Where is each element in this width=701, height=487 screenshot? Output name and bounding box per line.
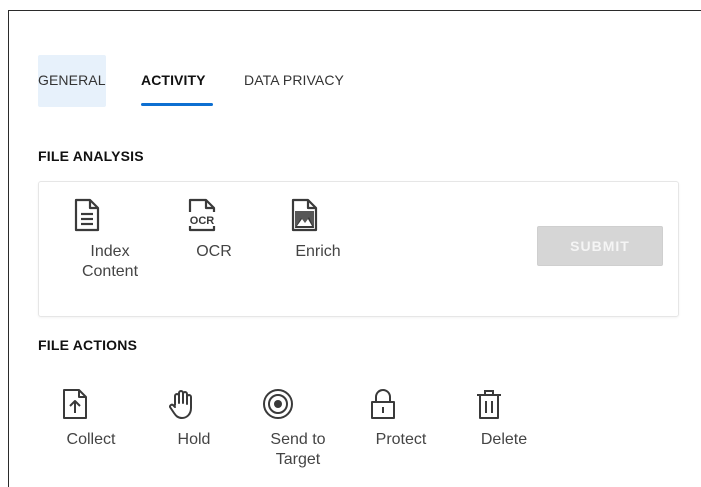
hand-icon xyxy=(166,388,222,420)
enrich-label: Enrich xyxy=(295,243,341,260)
tab-bar: GENERAL ACTIVITY DATA PRIVACY xyxy=(0,72,701,112)
index-content-label: Index Content xyxy=(81,243,139,280)
submit-button[interactable]: SUBMIT xyxy=(537,226,663,266)
send-to-target-action[interactable]: Send to Target xyxy=(262,388,334,470)
protect-label: Protect xyxy=(375,431,427,448)
lock-icon xyxy=(368,388,434,420)
collect-label: Collect xyxy=(66,431,116,448)
trash-icon xyxy=(474,388,534,420)
ocr-icon: OCR xyxy=(184,198,244,232)
active-tab-indicator xyxy=(141,103,213,106)
tab-data-privacy[interactable]: DATA PRIVACY xyxy=(244,72,344,88)
delete-action[interactable]: Delete xyxy=(474,388,534,450)
ocr-action[interactable]: OCR OCR xyxy=(184,198,244,262)
collect-action[interactable]: Collect xyxy=(60,388,122,450)
tab-activity[interactable]: ACTIVITY xyxy=(141,72,206,88)
delete-label: Delete xyxy=(480,431,528,448)
send-to-target-label: Send to Target xyxy=(270,431,326,468)
image-icon xyxy=(288,198,348,232)
enrich-action[interactable]: Enrich xyxy=(288,198,348,262)
hold-action[interactable]: Hold xyxy=(166,388,222,450)
svg-text:OCR: OCR xyxy=(190,215,215,227)
tab-general[interactable]: GENERAL xyxy=(38,72,106,88)
protect-action[interactable]: Protect xyxy=(368,388,434,450)
ocr-label: OCR xyxy=(196,243,232,260)
hold-label: Hold xyxy=(177,431,211,448)
document-icon xyxy=(70,198,150,232)
index-content-action[interactable]: Index Content xyxy=(70,198,150,282)
file-actions-title: FILE ACTIONS xyxy=(38,337,138,353)
target-icon xyxy=(262,388,334,420)
file-analysis-title: FILE ANALYSIS xyxy=(38,148,144,164)
upload-file-icon xyxy=(60,388,122,420)
